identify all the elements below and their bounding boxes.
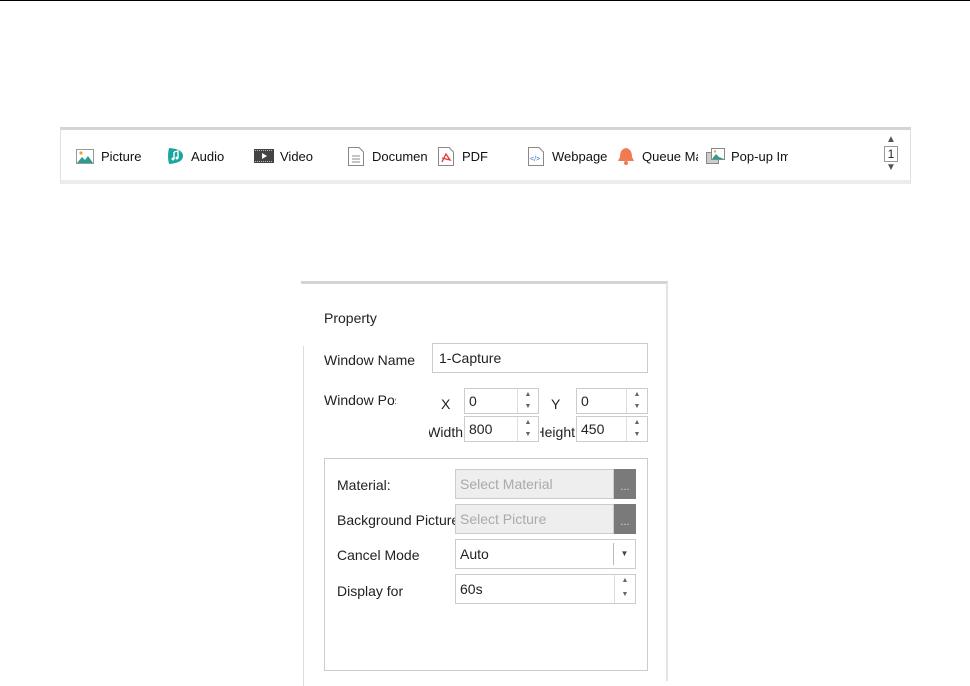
window-position-label: Window Position — [324, 392, 396, 408]
popup-image-icon — [705, 146, 725, 166]
y-spinbox[interactable]: 0 ▲ ▼ — [576, 388, 648, 414]
toolbar-item-video[interactable]: Video — [254, 145, 313, 167]
page-down-button[interactable]: ▼ — [881, 162, 901, 174]
spin-up-icon[interactable]: ▲ — [518, 417, 538, 429]
spin-up-icon[interactable]: ▲ — [627, 417, 647, 429]
spin-down-icon[interactable]: ▼ — [518, 429, 538, 441]
picture-icon — [75, 146, 95, 166]
document-icon — [346, 146, 366, 166]
height-label: Height — [540, 424, 575, 440]
toolbar-pager: ▲ 1 ▼ — [881, 134, 901, 178]
webpage-icon: </> — [526, 146, 546, 166]
spin-up-icon[interactable]: ▲ — [627, 389, 647, 401]
property-panel: Property Window Name 1-Capture Window Po… — [301, 281, 668, 686]
spin-down-icon[interactable]: ▼ — [627, 429, 647, 441]
background-picture-label: Background Picture — [337, 512, 455, 528]
window-name-input[interactable]: 1-Capture — [432, 343, 648, 373]
toolbar-item-webpage[interactable]: </> Webpage — [526, 145, 607, 167]
width-label: Width — [429, 424, 463, 440]
property-title: Property — [324, 310, 377, 326]
toolbar-item-document[interactable]: Document — [346, 145, 428, 167]
spin-up-icon[interactable]: ▲ — [518, 389, 538, 401]
material-toolbar: Picture Audio Video Document PDF </> Web… — [60, 127, 911, 184]
chevron-down-icon[interactable]: ▼ — [613, 543, 635, 565]
toolbar-item-popup-image[interactable]: Pop-up Image — [705, 145, 788, 167]
toolbar-item-pdf[interactable]: PDF — [436, 145, 488, 167]
background-picture-input[interactable]: Select Picture — [455, 504, 614, 534]
background-browse-button[interactable]: ... — [614, 504, 636, 534]
spin-down-icon[interactable]: ▼ — [627, 401, 647, 413]
bell-icon — [616, 146, 636, 166]
svg-text:</>: </> — [530, 156, 540, 163]
material-browse-button[interactable]: ... — [614, 469, 636, 499]
display-for-spinbox[interactable]: 60s ▲ ▼ — [455, 574, 636, 604]
material-select-input[interactable]: Select Material — [455, 469, 614, 499]
page-number: 1 — [884, 146, 898, 162]
spin-up-icon[interactable]: ▲ — [615, 575, 635, 589]
x-spinbox[interactable]: 0 ▲ ▼ — [464, 388, 539, 414]
cancel-mode-select[interactable]: Auto ▼ — [455, 539, 636, 569]
panel-left-border — [303, 346, 304, 686]
toolbar-item-queue-management[interactable]: Queue Management — [616, 145, 698, 167]
width-spinbox[interactable]: 800 ▲ ▼ — [464, 416, 539, 442]
height-spinbox[interactable]: 450 ▲ ▼ — [576, 416, 648, 442]
toolbar-item-audio[interactable]: Audio — [165, 145, 224, 167]
x-label: X — [441, 396, 451, 412]
cancel-mode-label: Cancel Mode — [337, 547, 420, 563]
video-icon — [254, 146, 274, 166]
material-label: Material: — [337, 477, 391, 493]
spin-down-icon[interactable]: ▼ — [518, 401, 538, 413]
page-up-button[interactable]: ▲ — [881, 134, 901, 146]
audio-icon — [165, 146, 185, 166]
spin-down-icon[interactable]: ▼ — [615, 589, 635, 603]
display-for-label: Display for — [337, 583, 404, 599]
pdf-icon — [436, 146, 456, 166]
y-label: Y — [551, 396, 561, 412]
window-name-label: Window Name — [324, 352, 416, 368]
toolbar-item-picture[interactable]: Picture — [75, 145, 141, 167]
cancel-mode-value: Auto — [460, 546, 489, 562]
top-border — [0, 0, 970, 1]
settings-group: Material: Select Material ... Background… — [324, 458, 648, 671]
